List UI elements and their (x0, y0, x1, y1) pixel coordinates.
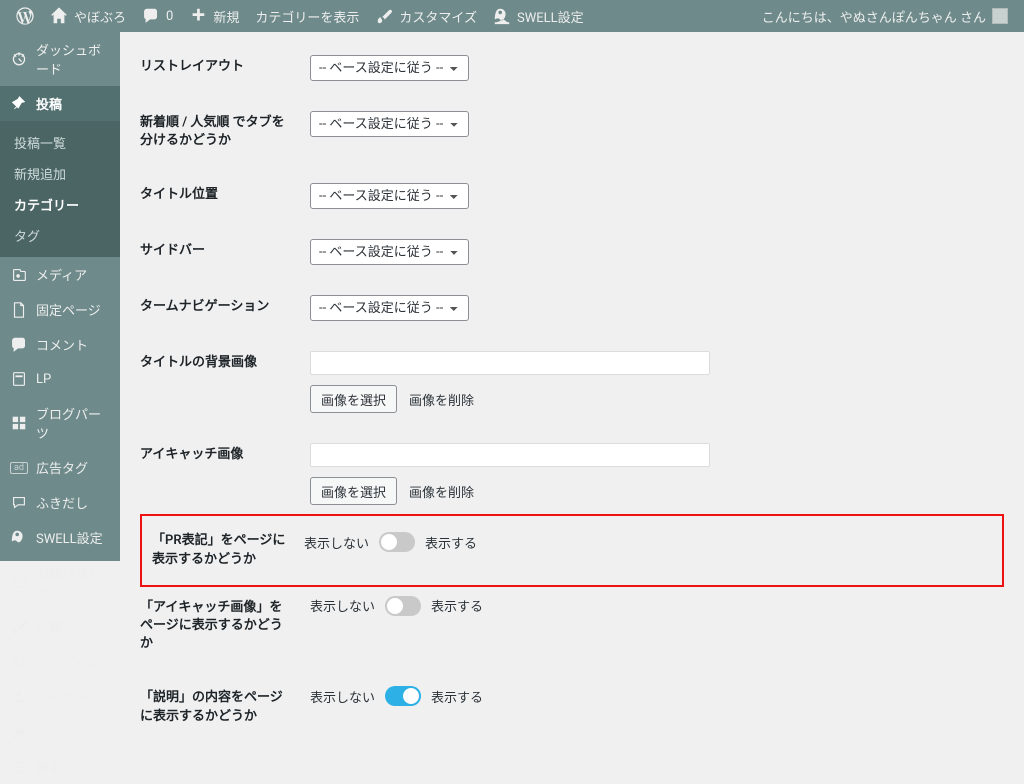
btn-title-bg-select[interactable]: 画像を選択 (310, 385, 397, 413)
submenu-all-posts[interactable]: 投稿一覧 (0, 127, 120, 158)
btn-eyecatch-select[interactable]: 画像を選択 (310, 477, 397, 505)
comment-icon (10, 336, 28, 354)
grid-icon (10, 414, 28, 432)
adminbar-wp-logo[interactable] (8, 0, 42, 32)
admin-bar-right: こんにちは、やぬさんぽんちゃん さん (754, 0, 1016, 32)
label-desc-display: 「説明」の内容をページに表示するかどうか (140, 671, 300, 743)
menu-blog-parts[interactable]: ブログパーツ (0, 396, 120, 450)
row-eyecatch-display: 「アイキャッチ画像」をページに表示するかどうか 表示しない 表示する (140, 581, 1004, 672)
submenu-new-post[interactable]: 新規追加 (0, 158, 120, 189)
label-sidebar: サイドバー (140, 224, 300, 280)
btn-title-bg-remove[interactable]: 画像を削除 (409, 390, 474, 409)
adminbar-customize[interactable]: カスタマイズ (367, 0, 485, 32)
menu-pages[interactable]: 固定ページ (0, 292, 120, 327)
pr-display-box: 「PR表記」をページに表示するかどうか 表示しない 表示する (140, 514, 1004, 586)
label-eyecatch: アイキャッチ画像 (140, 428, 300, 520)
ad-icon: ad (10, 459, 28, 477)
row-list-layout: リストレイアウト -- ベース設定に従う -- (140, 40, 1004, 96)
new-label: 新規 (213, 7, 239, 26)
desc-on-label: 表示する (431, 687, 483, 706)
dashboard-icon (10, 50, 28, 68)
swell-icon (493, 7, 511, 25)
submenu-posts: 投稿一覧 新規追加 カテゴリー タグ (0, 121, 120, 257)
comment-icon (142, 7, 160, 25)
label-pr-display: 「PR表記」をページに表示するかどうか (146, 520, 298, 580)
pr-on-label: 表示する (425, 533, 477, 552)
btn-eyecatch-remove[interactable]: 画像を削除 (409, 482, 474, 501)
media-icon (10, 266, 28, 284)
submenu-tags[interactable]: タグ (0, 220, 120, 251)
row-term-nav: タームナビゲーション -- ベース設定に従う -- (140, 280, 1004, 336)
adminbar-new[interactable]: 新規 (181, 0, 247, 32)
menu-comments[interactable]: コメント (0, 327, 120, 362)
adminbar-swell[interactable]: SWELL設定 (485, 0, 592, 32)
greeting: こんにちは、やぬさんぽんちゃん さん (762, 7, 986, 26)
row-tabs-order: 新着順 / 人気順 でタブを分けるかどうか -- ベース設定に従う -- (140, 96, 1004, 168)
row-desc-display: 「説明」の内容をページに表示するかどうか 表示しない 表示する (140, 671, 1004, 743)
admin-bar-left: やぼぶろ 0 新規 カテゴリーを表示 カスタマイズ SW (8, 0, 592, 32)
admin-bar: やぼぶろ 0 新規 カテゴリーを表示 カスタマイズ SW (0, 0, 1024, 32)
row-eyecatch: アイキャッチ画像 画像を選択 画像を削除 (140, 428, 1004, 520)
form-table: リストレイアウト -- ベース設定に従う -- 新着順 / 人気順 でタブを分け… (140, 40, 1004, 744)
desc-off-label: 表示しない (310, 687, 375, 706)
row-sidebar: サイドバー -- ベース設定に従う -- (140, 224, 1004, 280)
page-icon (10, 301, 28, 319)
adminbar-account[interactable]: こんにちは、やぬさんぽんちゃん さん (754, 0, 1016, 32)
eyecatch-on-label: 表示する (431, 596, 483, 615)
adminbar-comments[interactable]: 0 (134, 0, 181, 32)
toggle-pr-display[interactable] (379, 532, 415, 552)
select-title-position[interactable]: -- ベース設定に従う -- (310, 183, 469, 209)
content-wrap: リストレイアウト -- ベース設定に従う -- 新着順 / 人気順 でタブを分け… (120, 0, 1024, 784)
plus-icon (189, 7, 207, 25)
home-icon (50, 7, 68, 25)
comments-count: 0 (166, 9, 173, 24)
form-content: リストレイアウト -- ベース設定に従う -- 新着順 / 人気順 でタブを分け… (120, 32, 1024, 784)
select-term-nav[interactable]: -- ベース設定に従う -- (310, 295, 469, 321)
menu-media[interactable]: メディア (0, 257, 120, 292)
menu-ad-tag[interactable]: ad 広告タグ (0, 450, 120, 485)
swell-icon (10, 529, 28, 547)
menu-dashboard[interactable]: ダッシュボード (0, 32, 120, 86)
label-tabs-order: 新着順 / 人気順 でタブを分けるかどうか (140, 96, 300, 168)
eyecatch-path (310, 443, 710, 467)
label-title-bg: タイトルの背景画像 (140, 336, 300, 428)
lp-icon (10, 370, 28, 388)
label-title-position: タイトル位置 (140, 168, 300, 224)
row-title-position: タイトル位置 -- ベース設定に従う -- (140, 168, 1004, 224)
pin-icon (10, 95, 28, 113)
menu-posts[interactable]: 投稿 (0, 86, 120, 121)
label-list-layout: リストレイアウト (140, 40, 300, 96)
menu-fukidashi[interactable]: ふきだし (0, 485, 120, 520)
adminbar-site[interactable]: やぼぶろ (42, 0, 134, 32)
submenu-categories[interactable]: カテゴリー (0, 189, 120, 220)
speech-icon (10, 494, 28, 512)
row-title-bg: タイトルの背景画像 画像を選択 画像を削除 (140, 336, 1004, 428)
site-name: やぼぶろ (74, 7, 126, 26)
select-list-layout[interactable]: -- ベース設定に従う -- (310, 55, 469, 81)
adminbar-show-categories[interactable]: カテゴリーを表示 (247, 0, 367, 32)
row-pr-display: 「PR表記」をページに表示するかどうか 表示しない 表示する (146, 520, 998, 580)
eyecatch-off-label: 表示しない (310, 596, 375, 615)
menu-swell-settings[interactable]: SWELL設定 (0, 520, 120, 555)
label-term-nav: タームナビゲーション (140, 280, 300, 336)
pr-off-label: 表示しない (304, 533, 369, 552)
avatar (992, 8, 1008, 24)
toggle-desc-display[interactable] (385, 686, 421, 706)
admin-sidebar: ダッシュボード 投稿 投稿一覧 新規追加 カテゴリー タグ メディア 固定ページ… (0, 32, 120, 561)
label-eyecatch-display: 「アイキャッチ画像」をページに表示するかどうか (140, 581, 300, 672)
title-bg-path (310, 351, 710, 375)
toggle-eyecatch-display[interactable] (385, 596, 421, 616)
brush-icon (375, 7, 393, 25)
wordpress-icon (16, 7, 34, 25)
select-sidebar[interactable]: -- ベース設定に従う -- (310, 239, 469, 265)
select-tabs-order[interactable]: -- ベース設定に従う -- (310, 111, 469, 137)
menu-lp[interactable]: LP (0, 362, 120, 396)
